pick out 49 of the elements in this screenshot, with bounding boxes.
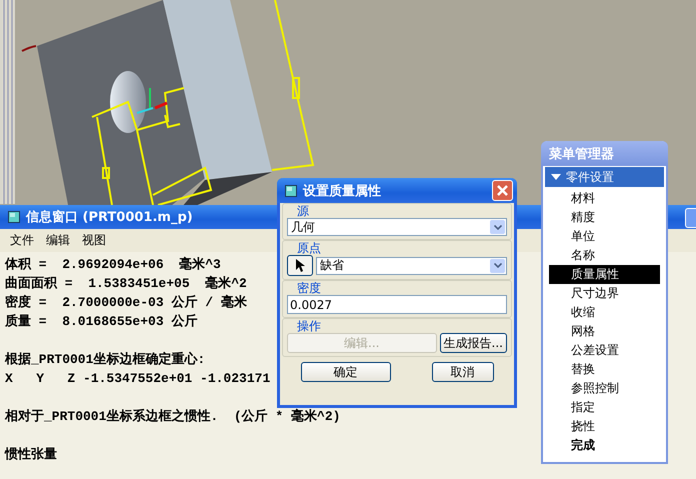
menu-title: 菜单管理器 bbox=[549, 146, 614, 162]
menu-item[interactable]: 编辑 bbox=[46, 232, 70, 249]
close-icon bbox=[497, 185, 508, 196]
group-label: 源 bbox=[296, 204, 309, 218]
cube-icon bbox=[8, 211, 20, 223]
menu-item[interactable]: 公差设置 bbox=[549, 341, 660, 360]
cursor-arrow-icon bbox=[296, 258, 304, 272]
group-label: 原点 bbox=[296, 241, 321, 255]
menu-item[interactable]: 网格 bbox=[549, 322, 660, 341]
dialog-title: 设置质量属性 bbox=[303, 182, 382, 200]
dialog-button[interactable]: 确定 bbox=[300, 362, 390, 382]
dropdown-field[interactable]: 缺省 bbox=[316, 256, 507, 274]
select-button[interactable] bbox=[287, 255, 313, 276]
output-line: 体积 = 2.9692094e+06 毫米^3 bbox=[5, 256, 221, 274]
menu-item[interactable]: 完成 bbox=[549, 436, 660, 455]
close-button[interactable] bbox=[492, 180, 513, 201]
chevron-down-icon bbox=[494, 224, 502, 230]
cube-icon bbox=[285, 184, 297, 196]
menu-item[interactable]: 精度 bbox=[549, 208, 660, 227]
menu-item[interactable]: 挠性 bbox=[549, 417, 660, 436]
menu-section-header[interactable]: 零件设置 bbox=[545, 167, 664, 187]
menu-item[interactable]: 材料 bbox=[549, 189, 660, 208]
density-field[interactable]: 0.0027 bbox=[287, 295, 507, 314]
window-title: 信息窗口 (PRT0001.m_p) bbox=[26, 208, 193, 226]
menu-item[interactable]: 文件 bbox=[10, 232, 34, 249]
menu-item[interactable]: 视图 bbox=[82, 232, 106, 249]
output-line: 根据_PRT0001坐标边框确定重心: bbox=[5, 350, 206, 369]
menu-item[interactable]: 替换 bbox=[549, 360, 660, 379]
menu-item[interactable]: 指定 bbox=[549, 398, 660, 417]
menu-item[interactable]: 单位 bbox=[549, 227, 660, 246]
action-button[interactable]: 生成报告... bbox=[440, 333, 507, 353]
group-label: 密度 bbox=[296, 281, 321, 295]
triangle-down-icon bbox=[551, 174, 561, 180]
dropdown-field[interactable]: 几何 bbox=[287, 218, 507, 236]
menu-item[interactable]: 质量属性 bbox=[549, 265, 660, 284]
output-line: 密度 = 2.7000000e-03 公斤 / 毫米 bbox=[5, 294, 247, 312]
menu-item[interactable]: 尺寸边界 bbox=[549, 284, 660, 303]
chevron-down-icon bbox=[494, 263, 502, 268]
menu-item[interactable]: 名称 bbox=[549, 246, 660, 265]
output-line: 相对于_PRT0001坐标系边框之惯性. (公斤 * 毫米^2) bbox=[5, 408, 340, 426]
dialog-button[interactable]: 取消 bbox=[432, 362, 494, 382]
menu-item[interactable]: 收缩 bbox=[549, 303, 660, 322]
output-line: X Y Z -1.5347552e+01 -1.023171 bbox=[5, 370, 270, 388]
output-line: 惯性张量 bbox=[5, 446, 57, 464]
menu-item[interactable]: 参照控制 bbox=[549, 379, 660, 398]
output-line: 曲面面积 = 1.5383451e+05 毫米^2 bbox=[5, 274, 247, 293]
group-label: 操作 bbox=[296, 319, 321, 333]
title-bar-button[interactable] bbox=[685, 208, 696, 228]
output-line: 质量 = 8.0168655e+03 公斤 bbox=[5, 312, 198, 331]
